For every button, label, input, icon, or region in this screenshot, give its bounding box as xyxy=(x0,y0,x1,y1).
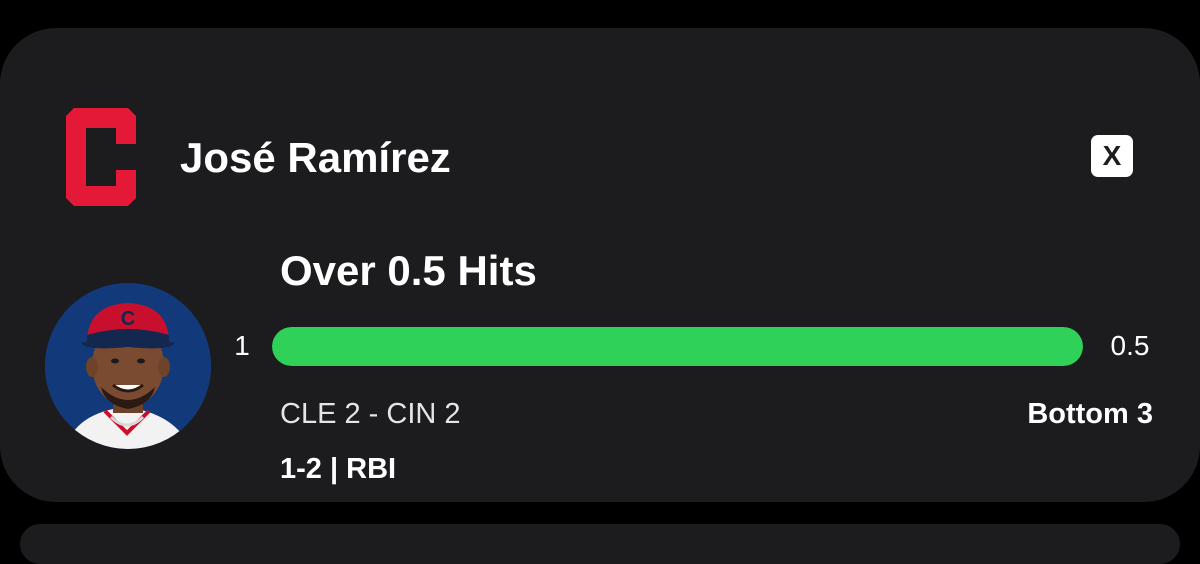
progress-bar xyxy=(272,327,1083,366)
prop-title: Over 0.5 Hits xyxy=(280,247,537,294)
svg-text:C: C xyxy=(121,308,135,330)
progress-current-value: 1 xyxy=(234,330,250,361)
next-card-peek xyxy=(20,524,1180,564)
close-button[interactable]: X xyxy=(1091,135,1133,177)
game-score: CLE 2 - CIN 2 xyxy=(280,398,461,430)
player-headshot-image: C xyxy=(45,283,211,449)
player-prop-card: José Ramírez X C Over 0.5 Hits 1 0.5 CLE… xyxy=(0,28,1200,502)
player-avatar: C xyxy=(45,283,211,449)
game-inning: Bottom 3 xyxy=(1027,398,1153,430)
player-name: José Ramírez xyxy=(180,134,451,181)
progress-target-value: 0.5 xyxy=(1110,330,1150,361)
player-game-stats: 1-2 | RBI xyxy=(280,453,397,485)
progress-bar-fill xyxy=(272,327,1083,366)
cleveland-c-logo-icon xyxy=(66,108,136,206)
